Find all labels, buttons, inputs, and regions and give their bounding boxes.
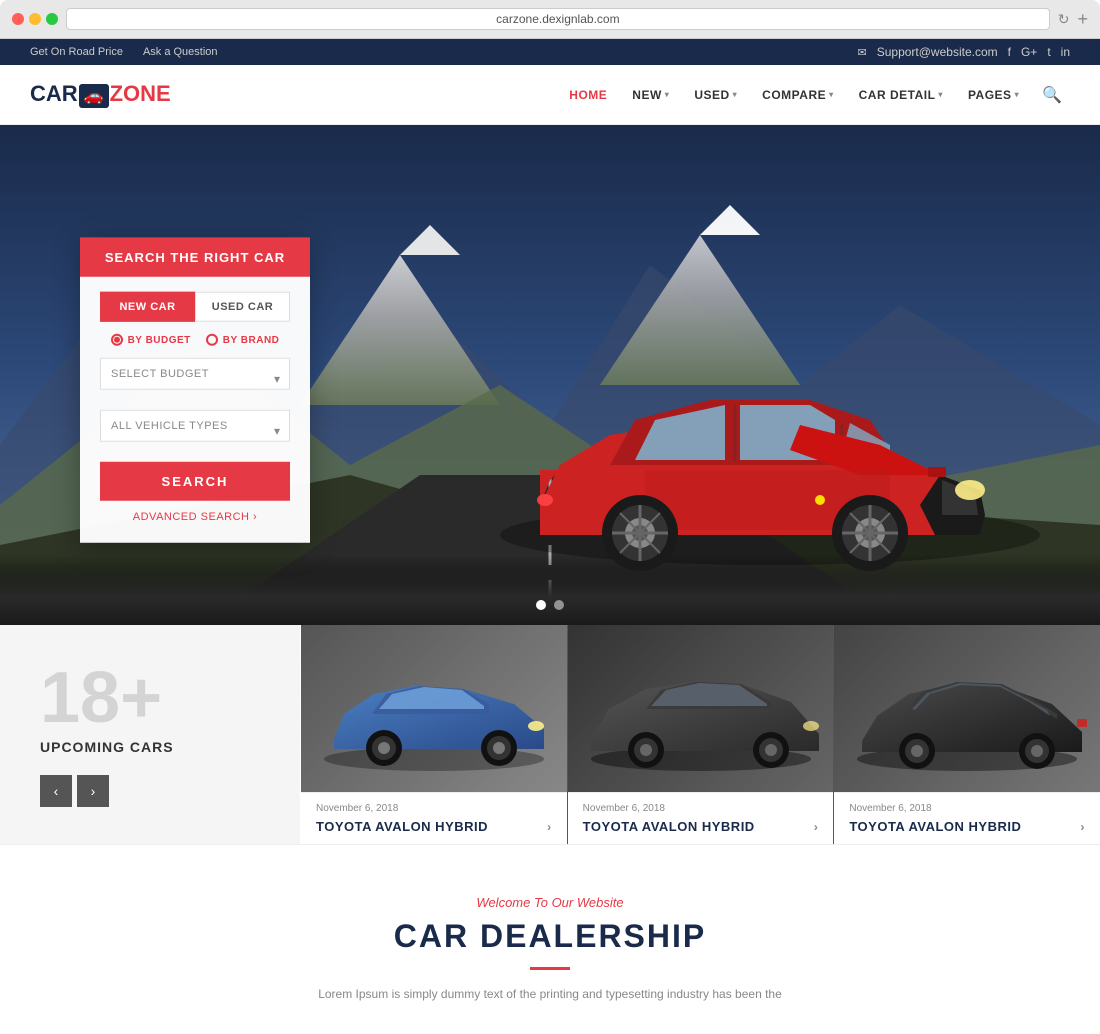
browser-dots: [12, 13, 58, 25]
car-image-2: [568, 625, 834, 792]
chevron-down-icon: ▾: [829, 90, 834, 99]
car-date-2: November 6, 2018: [583, 803, 819, 814]
refresh-button[interactable]: ↻: [1058, 11, 1070, 28]
chevron-down-icon: ▾: [1015, 90, 1020, 99]
car-silhouette-2: [571, 644, 831, 774]
search-radios: BY BUDGET BY BRAND: [100, 334, 290, 346]
logo-car-icon: 🚗: [79, 84, 109, 108]
upcoming-count: 18+: [40, 662, 260, 734]
nav-pages[interactable]: PAGES ▾: [958, 80, 1029, 110]
upcoming-left: 18+ UPCOMING CARS ‹ ›: [0, 625, 300, 844]
car-name-1: TOYOTA AVALON HYBRID ›: [316, 819, 552, 834]
top-bar-left: Get On Road Price Ask a Question: [30, 46, 218, 58]
car-date-3: November 6, 2018: [849, 803, 1085, 814]
nav-used[interactable]: USED ▾: [684, 80, 747, 110]
radio-brand-circle: [206, 334, 218, 346]
linkedin-icon[interactable]: in: [1061, 45, 1070, 59]
car-card-info-1: November 6, 2018 TOYOTA AVALON HYBRID ›: [301, 792, 567, 844]
search-button[interactable]: SEARCH: [100, 462, 290, 501]
car-arrow-1[interactable]: ›: [547, 820, 552, 834]
car-image-1: [301, 625, 567, 792]
main-nav: CAR🚗ZONE HOME NEW ▾ USED ▾ COMPARE ▾ CAR…: [0, 65, 1100, 125]
search-icon[interactable]: 🔍: [1034, 77, 1070, 113]
vehicle-type-select-wrapper: ALL VEHICLE TYPES Sedan SUV Truck Coupe …: [100, 410, 290, 452]
dealership-section: Welcome To Our Website CAR DEALERSHIP Lo…: [0, 845, 1100, 1034]
search-title: SEARCH THE RIGHT CAR: [80, 238, 310, 277]
maximize-button[interactable]: [46, 13, 58, 25]
car-name-3: TOYOTA AVALON HYBRID ›: [849, 819, 1085, 834]
used-car-tab[interactable]: USED CAR: [195, 292, 290, 322]
dealer-divider: [530, 967, 570, 970]
by-budget-radio[interactable]: BY BUDGET: [111, 334, 191, 346]
nav-new[interactable]: NEW ▾: [622, 80, 679, 110]
car-card-3: November 6, 2018 TOYOTA AVALON HYBRID ›: [833, 625, 1100, 844]
logo[interactable]: CAR🚗ZONE: [30, 81, 171, 108]
slider-dot-1[interactable]: [536, 600, 546, 610]
support-email[interactable]: Support@website.com: [877, 45, 998, 59]
new-tab-button[interactable]: +: [1077, 9, 1088, 30]
advanced-search-link[interactable]: ADVANCED SEARCH ›: [100, 511, 290, 523]
car-card-1: November 6, 2018 TOYOTA AVALON HYBRID ›: [300, 625, 567, 844]
car-cards: November 6, 2018 TOYOTA AVALON HYBRID ›: [300, 625, 1100, 844]
slider-dots: [536, 600, 564, 610]
car-silhouette-1: [304, 644, 564, 774]
budget-select-wrapper: SELECT BUDGET Under $10,000 $10,000-$20,…: [100, 358, 290, 400]
facebook-icon[interactable]: f: [1008, 45, 1011, 59]
car-card-info-3: November 6, 2018 TOYOTA AVALON HYBRID ›: [834, 792, 1100, 844]
nav-links: HOME NEW ▾ USED ▾ COMPARE ▾ CAR DETAIL ▾…: [559, 77, 1070, 113]
budget-select[interactable]: SELECT BUDGET Under $10,000 $10,000-$20,…: [100, 358, 290, 390]
dealer-welcome-text: Welcome To Our Website: [30, 895, 1070, 910]
dealer-title: CAR DEALERSHIP: [30, 918, 1070, 955]
logo-text-zone: ZONE: [110, 81, 171, 106]
nav-car-detail[interactable]: CAR DETAIL ▾: [849, 80, 953, 110]
new-car-tab[interactable]: NEW CAR: [100, 292, 195, 322]
googleplus-icon[interactable]: G+: [1021, 45, 1037, 59]
ask-question-link[interactable]: Ask a Question: [143, 46, 218, 58]
chevron-down-icon: ▾: [938, 90, 943, 99]
minimize-button[interactable]: [29, 13, 41, 25]
nav-home[interactable]: HOME: [559, 80, 617, 110]
by-brand-radio[interactable]: BY BRAND: [206, 334, 280, 346]
slider-dot-2[interactable]: [554, 600, 564, 610]
car-name-2: TOYOTA AVALON HYBRID ›: [583, 819, 819, 834]
top-bar-right: ✉ Support@website.com f G+ t in: [858, 45, 1071, 59]
browser-chrome: carzone.dexignlab.com ↻ +: [0, 0, 1100, 39]
logo-text-car: CAR: [30, 81, 78, 106]
search-tabs: NEW CAR USED CAR: [100, 292, 290, 322]
car-card-info-2: November 6, 2018 TOYOTA AVALON HYBRID ›: [568, 792, 834, 844]
twitter-icon[interactable]: t: [1047, 45, 1050, 59]
road-price-link[interactable]: Get On Road Price: [30, 46, 123, 58]
car-arrow-3[interactable]: ›: [1081, 820, 1086, 834]
hero-section: SEARCH THE RIGHT CAR NEW CAR USED CAR BY…: [0, 125, 1100, 625]
next-arrow-button[interactable]: ›: [77, 775, 109, 807]
prev-arrow-button[interactable]: ‹: [40, 775, 72, 807]
upcoming-label: UPCOMING CARS: [40, 739, 260, 755]
upcoming-arrows: ‹ ›: [40, 775, 260, 807]
radio-budget-circle: [111, 334, 123, 346]
url-bar[interactable]: carzone.dexignlab.com: [66, 8, 1050, 30]
chevron-down-icon: ▾: [665, 90, 670, 99]
dealer-description: Lorem Ipsum is simply dummy text of the …: [250, 985, 850, 1004]
nav-compare[interactable]: COMPARE ▾: [752, 80, 843, 110]
car-silhouette-3: [837, 644, 1097, 774]
car-date-1: November 6, 2018: [316, 803, 552, 814]
close-button[interactable]: [12, 13, 24, 25]
top-bar: Get On Road Price Ask a Question ✉ Suppo…: [0, 39, 1100, 65]
vehicle-type-select[interactable]: ALL VEHICLE TYPES Sedan SUV Truck Coupe …: [100, 410, 290, 442]
chevron-down-icon: ▾: [733, 90, 738, 99]
search-panel: SEARCH THE RIGHT CAR NEW CAR USED CAR BY…: [80, 238, 310, 543]
car-arrow-2[interactable]: ›: [814, 820, 819, 834]
envelope-icon: ✉: [858, 46, 867, 59]
car-card-2: November 6, 2018 TOYOTA AVALON HYBRID ›: [567, 625, 834, 844]
car-image-3: [834, 625, 1100, 792]
upcoming-section: 18+ UPCOMING CARS ‹ ›: [0, 625, 1100, 845]
